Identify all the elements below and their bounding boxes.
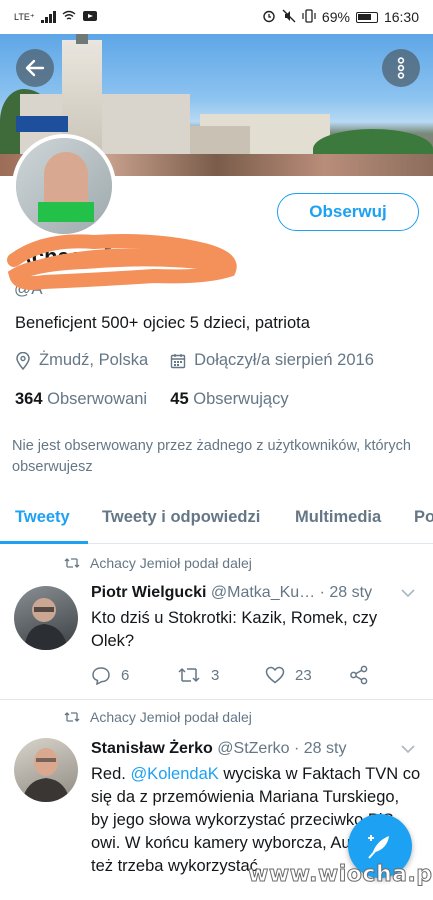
followers-label: Obserwujący [193, 390, 289, 408]
avatar-portrait-icon [22, 748, 70, 802]
profile-tabs: Tweety Tweety i odpowiedzi Multimedia Po [0, 494, 433, 544]
share-icon [350, 665, 368, 685]
retweet-icon [178, 668, 200, 682]
status-bar: LTE⁺ 69% 16:30 [0, 0, 433, 34]
heart-icon [265, 666, 285, 684]
tweet-menu-button[interactable] [400, 741, 416, 759]
alarm-icon [262, 9, 276, 26]
retweet-context-text: Achacy Jemioł podał dalej [90, 709, 252, 725]
tweet-author-name[interactable]: Piotr Wielgucki [91, 584, 206, 601]
tweet[interactable]: Achacy Jemioł podał dalej Piotr Wielguck… [0, 545, 433, 705]
follow-stats: 364 Obserwowani 45 Obserwujący [15, 390, 289, 409]
avatar-shorts [38, 202, 94, 222]
chevron-down-icon [401, 589, 415, 598]
reply-count: 6 [121, 666, 130, 684]
tweet-text: Kto dziś u Stokrotki: Kazik, Romek, czy … [91, 609, 378, 650]
tweet-actions: 6 3 23 [91, 665, 369, 685]
followers-count: 45 [170, 390, 189, 408]
reply-button[interactable]: 6 [91, 666, 177, 685]
tweet-date: · 28 sty [294, 740, 347, 757]
following-link[interactable]: 364 Obserwowani [15, 390, 147, 408]
like-button[interactable]: 23 [265, 666, 349, 684]
profile-location: Żmudź, Polska [39, 351, 149, 369]
calendar-icon [170, 353, 186, 368]
follow-button[interactable]: Obserwuj [277, 193, 419, 231]
retweet-count: 3 [211, 666, 220, 684]
tweet-date: · 28 sty [319, 584, 373, 601]
tweet-author-avatar[interactable] [14, 738, 78, 802]
tweet-header: Stanisław Żerko @StZerko · 28 sty [91, 740, 346, 758]
following-label: Obserwowani [47, 390, 148, 408]
following-count: 364 [15, 390, 43, 408]
retweet-context: Achacy Jemioł podał dalej [64, 709, 252, 725]
retweet-context-text: Achacy Jemioł podał dalej [90, 555, 252, 571]
chevron-down-icon [401, 745, 415, 754]
profile-bio: Beneficjent 500+ ojciec 5 dzieci, patrio… [15, 314, 310, 332]
compose-feather-icon [368, 835, 389, 859]
like-count: 23 [295, 666, 312, 684]
tweet-author-handle: @StZerko [217, 740, 290, 757]
tweet-menu-button[interactable] [400, 585, 416, 603]
tab-tweets[interactable]: Tweety [15, 508, 70, 527]
vibrate-icon [302, 8, 316, 26]
retweet-button[interactable]: 3 [177, 666, 265, 684]
location-pin-icon [16, 351, 30, 370]
profile-meta: Żmudź, Polska Dołączył/a sierpień 2016 [15, 351, 374, 370]
status-left: LTE⁺ [14, 10, 98, 24]
battery-percent: 69% [321, 9, 350, 25]
profile-joined: Dołączył/a sierpień 2016 [194, 351, 374, 369]
tab-tweets-replies[interactable]: Tweety i odpowiedzi [102, 508, 260, 527]
battery-icon [355, 11, 378, 23]
followers-link[interactable]: 45 Obserwujący [170, 390, 288, 408]
tweet-text-part: Red. [91, 765, 131, 783]
tweet-mention-link[interactable]: @KolendaK [130, 765, 218, 783]
avatar-portrait-icon [24, 598, 68, 650]
reply-icon [92, 666, 110, 685]
followed-by-note: Nie jest obserwowany przez żadnego z uży… [12, 438, 411, 475]
status-right: 69% 16:30 [262, 8, 419, 26]
share-button[interactable] [349, 665, 369, 685]
retweet-icon [64, 558, 80, 568]
tweet-author-avatar[interactable] [14, 586, 78, 650]
retweet-icon [64, 712, 80, 722]
watermark: www.wiocha.pl [248, 862, 433, 888]
back-button[interactable] [16, 49, 54, 87]
wifi-icon [62, 10, 76, 24]
more-options-button[interactable] [382, 49, 420, 87]
tab-likes[interactable]: Po [414, 508, 433, 527]
tweet-author-handle: @Matka_Ku… [210, 584, 316, 601]
notification-icon [82, 10, 98, 24]
retweet-context: Achacy Jemioł podał dalej [64, 555, 252, 571]
arrow-left-icon [25, 59, 45, 77]
redaction-scribble [7, 234, 237, 291]
signal-icon [40, 11, 56, 23]
tweet-header: Piotr Wielgucki @Matka_Ku… · 28 sty [91, 584, 372, 602]
active-tab-indicator [0, 541, 88, 544]
mute-icon [282, 9, 296, 26]
banner-sign [16, 116, 68, 132]
tab-media[interactable]: Multimedia [295, 508, 381, 527]
carrier-label: LTE⁺ [14, 11, 35, 22]
vertical-dots-icon [397, 57, 405, 79]
clock: 16:30 [383, 9, 419, 25]
tweet-author-name[interactable]: Stanisław Żerko [91, 740, 213, 757]
